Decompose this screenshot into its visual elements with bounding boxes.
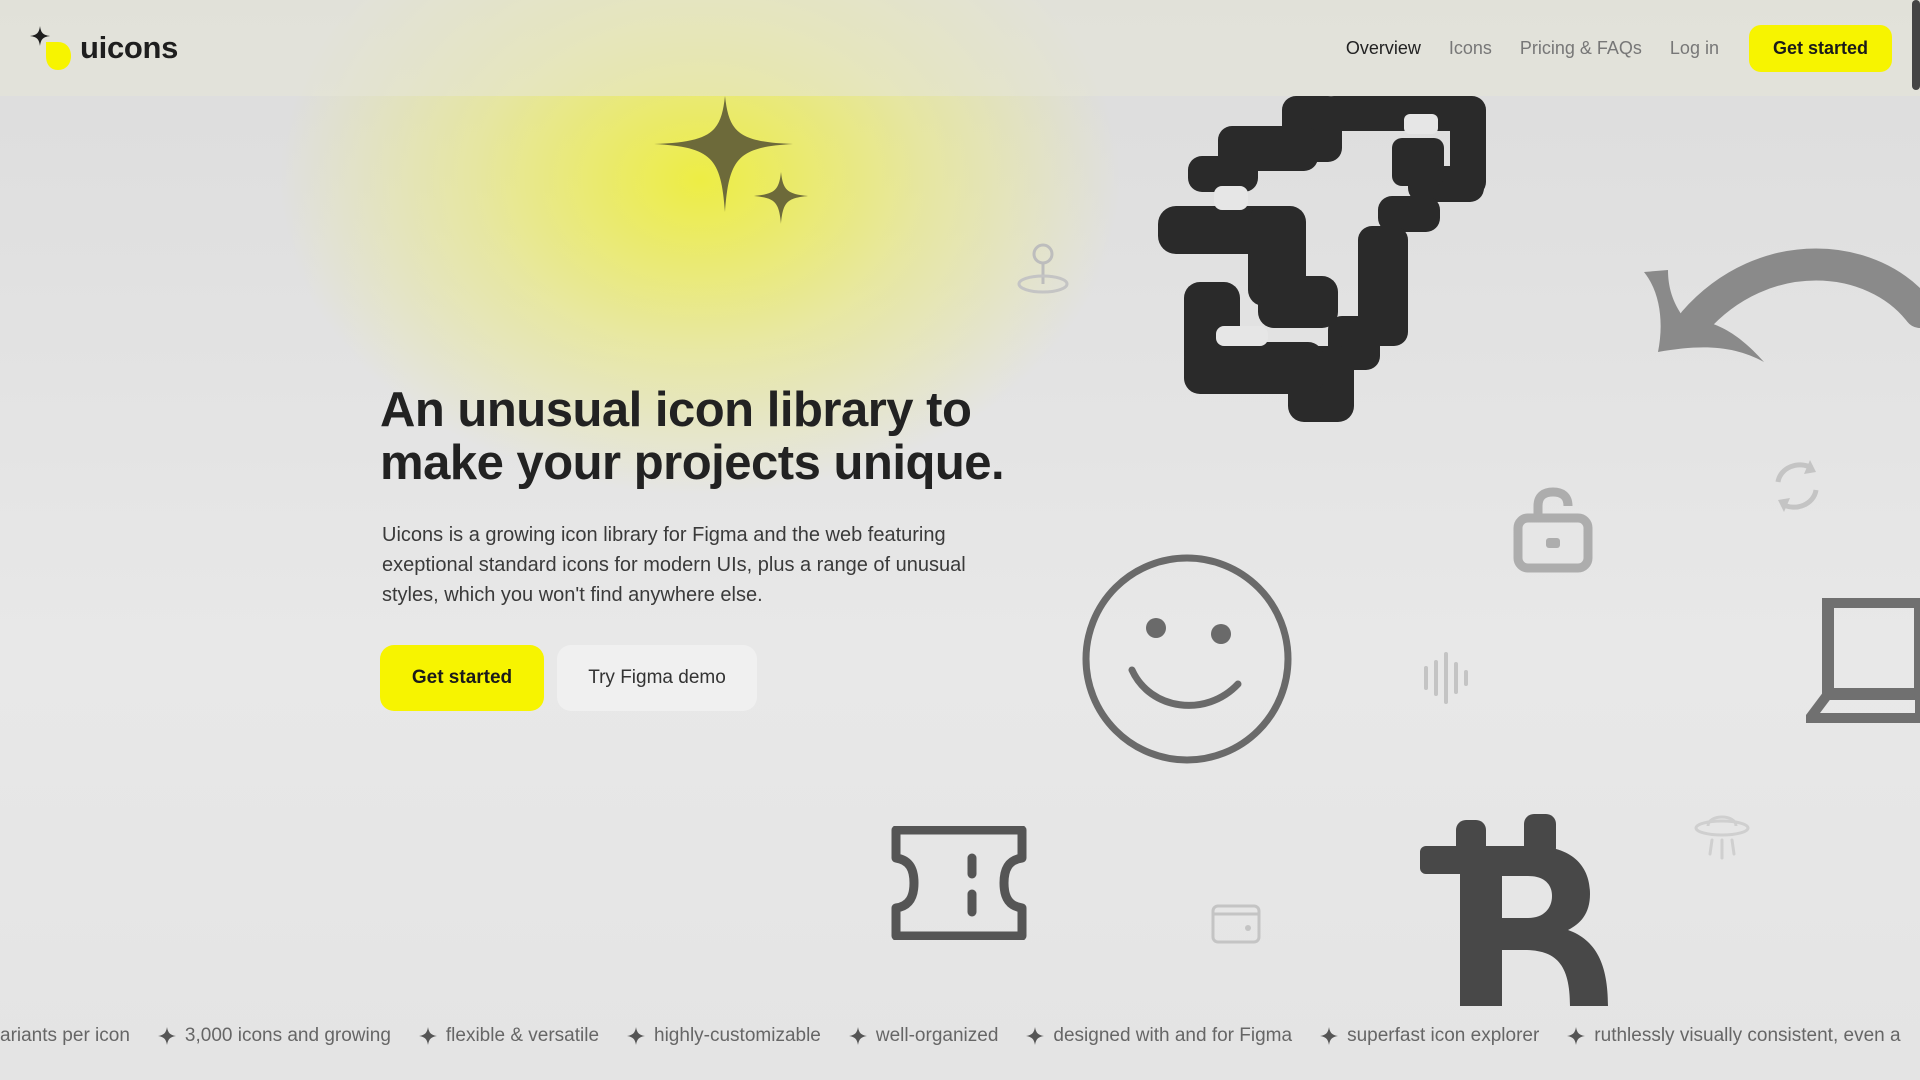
marquee-item: ruthlessly visually consistent, even a	[1567, 1025, 1901, 1047]
marquee-item: highly-customizable	[627, 1025, 821, 1047]
sparkle-icon	[1320, 1027, 1339, 1045]
sparkle-icon	[418, 1027, 437, 1045]
location-pin-icon	[1017, 243, 1069, 294]
sparkle-icon	[1026, 1027, 1045, 1045]
try-figma-demo-button[interactable]: Try Figma demo	[557, 645, 757, 711]
marquee-item-label: well-organized	[875, 1025, 999, 1046]
hero-description-line-1: Uicons is a growing icon library for Fig…	[382, 524, 946, 546]
brand-name: uicons	[80, 30, 179, 65]
ufo-icon	[1694, 815, 1750, 860]
hero-get-started-button[interactable]: Get started	[380, 645, 544, 711]
page-scrollbar[interactable]	[1912, 0, 1920, 90]
hero-title: An unusual icon library to make your pro…	[380, 384, 1060, 490]
sparkle-icon	[627, 1027, 646, 1045]
bitcoin-icon	[1420, 814, 1608, 1006]
marquee-item-label: flexible & versatile	[445, 1025, 600, 1046]
hero-title-line-2: make your projects unique.	[380, 436, 1005, 490]
laptop-icon	[1806, 598, 1920, 723]
pixel-rocket-icon	[1158, 96, 1486, 422]
hero-description-line-3: styles, which you won't find anywhere el…	[382, 584, 763, 606]
nav-login[interactable]: Log in	[1670, 38, 1719, 59]
marquee-item-label: 3,000 icons and growing	[184, 1025, 391, 1046]
wallet-icon	[1211, 904, 1261, 944]
soundwave-icon	[1424, 652, 1468, 704]
marquee-item: well-organized	[848, 1025, 999, 1047]
undo-arrow-icon	[1644, 248, 1920, 362]
brand-logo[interactable]: uicons	[30, 26, 178, 70]
lock-icon	[1513, 487, 1593, 573]
nav-icons[interactable]: Icons	[1449, 38, 1492, 59]
hero-description-line-2: exeptional standard icons for modern UIs…	[382, 554, 966, 576]
marquee-item-label: designed with and for Figma	[1053, 1025, 1293, 1046]
sparkles-icon	[654, 96, 808, 224]
marquee-item-label: superfast icon explorer	[1347, 1025, 1540, 1046]
sparkle-icon	[157, 1027, 176, 1045]
main-nav: Overview Icons Pricing & FAQs Log in Get…	[1346, 24, 1892, 72]
sparkle-icon	[848, 1027, 867, 1045]
marquee-item: ariants per icon	[0, 1025, 130, 1047]
sparkle-icon	[1567, 1027, 1586, 1045]
refresh-icon	[1775, 460, 1819, 512]
nav-pricing-faqs[interactable]: Pricing & FAQs	[1520, 38, 1642, 59]
header-get-started-button[interactable]: Get started	[1748, 24, 1892, 72]
hero-title-line-1: An unusual icon library to	[380, 383, 972, 437]
marquee-item: superfast icon explorer	[1320, 1025, 1539, 1047]
marquee-item: designed with and for Figma	[1026, 1025, 1292, 1047]
feature-marquee: ariants per icon 3,000 icons and growing…	[0, 1006, 1920, 1066]
top-nav: uicons Overview Icons Pricing & FAQs Log…	[0, 0, 1920, 96]
marquee-item: flexible & versatile	[418, 1025, 600, 1047]
marquee-item-label: ariants per icon	[0, 1025, 130, 1046]
hero-cta-row: Get started Try Figma demo	[380, 645, 757, 711]
marquee-item-label: ruthlessly visually consistent, even a	[1594, 1025, 1901, 1046]
marquee-item: 3,000 icons and growing	[157, 1025, 391, 1047]
ticket-icon	[891, 826, 1027, 940]
nav-overview[interactable]: Overview	[1346, 38, 1421, 59]
marquee-item-label: highly-customizable	[654, 1025, 821, 1046]
hero-description: Uicons is a growing icon library for Fig…	[382, 520, 1032, 610]
uicons-logo-icon	[30, 26, 71, 70]
smiley-icon	[1082, 554, 1292, 764]
